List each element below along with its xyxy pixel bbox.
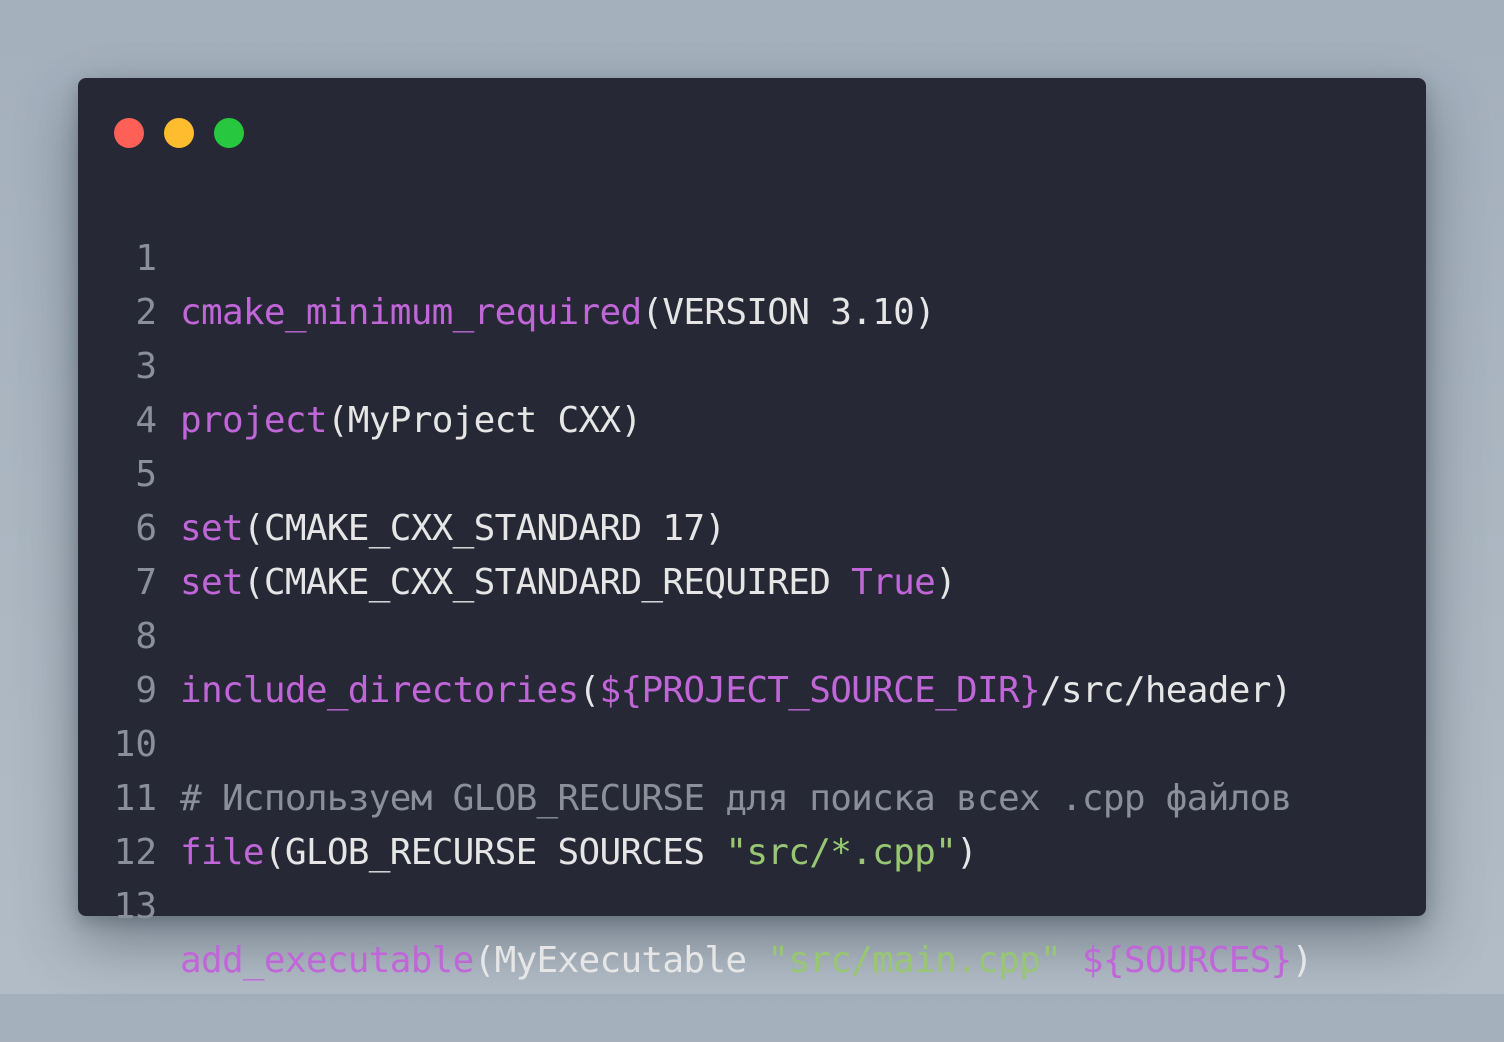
minimize-window-icon[interactable] xyxy=(164,118,194,148)
code-line: 10 # Используем GLOB_RECURSE для поиска … xyxy=(78,664,1426,819)
code-line: 9 xyxy=(78,610,1426,711)
code-line: 4 xyxy=(78,340,1426,441)
close-window-icon[interactable] xyxy=(114,118,144,148)
code-token: ) xyxy=(1291,940,1314,981)
code-block: 1 cmake_minimum_required(VERSION 3.10) 2… xyxy=(78,178,1426,981)
code-line: 2 xyxy=(78,232,1426,333)
code-line: 3 project(MyProject CXX) xyxy=(78,286,1426,441)
line-number: 13 xyxy=(113,886,157,927)
code-window: 1 cmake_minimum_required(VERSION 3.10) 2… xyxy=(78,78,1426,981)
code-token: ${SOURCES} xyxy=(1081,940,1292,981)
code-line: 12 xyxy=(78,772,1426,873)
code-line: 1 cmake_minimum_required(VERSION 3.10) xyxy=(78,178,1426,333)
code-token: (MyExecutable xyxy=(473,940,768,981)
maximize-window-icon[interactable] xyxy=(214,118,244,148)
line-content: add_executable(MyExecutable "src/main.cp… xyxy=(180,934,1313,988)
code-token: add_executable xyxy=(180,940,474,981)
code-line: 5 set(CMAKE_CXX_STANDARD 17) xyxy=(78,394,1426,549)
code-string: "src/main.cpp" xyxy=(767,940,1061,981)
code-line: 8 include_directories(${PROJECT_SOURCE_D… xyxy=(78,556,1426,711)
code-line: 11 file(GLOB_RECURSE SOURCES "src/*.cpp"… xyxy=(78,718,1426,873)
code-line: 13 add_executable(MyExecutable "src/main… xyxy=(78,826,1426,981)
code-line: 6 set(CMAKE_CXX_STANDARD_REQUIRED True) xyxy=(78,448,1426,603)
code-line: 7 xyxy=(78,502,1426,603)
